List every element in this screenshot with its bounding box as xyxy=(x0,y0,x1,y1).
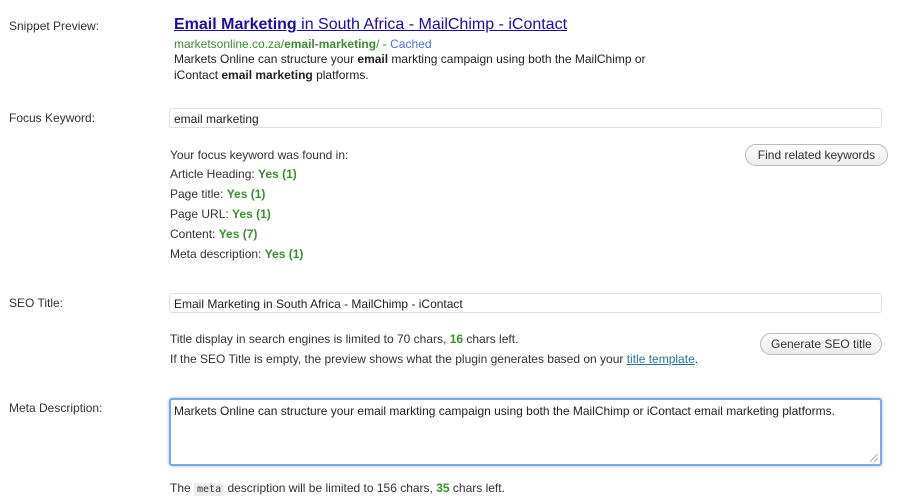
meta-length-info: The meta description will be limited to … xyxy=(170,481,505,496)
result-label: Meta description: xyxy=(170,247,265,261)
generate-seo-title-button[interactable]: Generate SEO title xyxy=(760,333,882,355)
result-meta-description: Meta description: Yes (1) xyxy=(170,247,303,261)
snippet-url: marketsonline.co.za/email-marketing/ - C… xyxy=(174,37,432,51)
seo-title-chars-left: 16 xyxy=(449,332,464,346)
meta-description-textarea[interactable]: Markets Online can structure your email … xyxy=(169,398,882,466)
focus-found-intro: Your focus keyword was found in: xyxy=(170,148,349,162)
snippet-desc-part: markting campaign using both the MailChi… xyxy=(388,52,646,66)
result-value: Yes (1) xyxy=(232,207,271,221)
snippet-url-separator: - xyxy=(379,37,391,51)
snippet-url-domain: marketsonline.co.za/ xyxy=(174,37,285,51)
result-value: Yes (1) xyxy=(264,247,304,261)
snippet-desc-bold: email marketing xyxy=(221,68,313,82)
meta-chars-left: 35 xyxy=(436,481,450,495)
result-label: Content: xyxy=(170,227,219,241)
snippet-description: Markets Online can structure your email … xyxy=(174,51,714,83)
snippet-desc-part: platforms. xyxy=(312,68,369,82)
snippet-desc-part: iContact xyxy=(174,68,222,82)
focus-keyword-input[interactable]: email marketing xyxy=(169,108,882,128)
meta-description-text: Markets Online can structure your email … xyxy=(174,404,835,418)
result-label: Article Heading: xyxy=(170,167,259,181)
result-value: Yes (7) xyxy=(218,227,258,241)
seo-title-input[interactable]: Email Marketing in South Africa - MailCh… xyxy=(169,293,882,313)
meta-code: meta xyxy=(194,483,225,496)
title-template-link[interactable]: title template xyxy=(627,352,695,366)
info-text: chars left. xyxy=(463,332,519,346)
result-content: Content: Yes (7) xyxy=(170,227,257,241)
info-text: chars left. xyxy=(449,481,505,495)
meta-description-label: Meta Description: xyxy=(9,401,103,415)
focus-keyword-label: Focus Keyword: xyxy=(9,111,96,125)
snippet-cached-link[interactable]: Cached xyxy=(390,37,431,51)
result-value: Yes (1) xyxy=(258,167,297,181)
seo-title-label: SEO Title: xyxy=(9,296,64,310)
snippet-url-keyword: email-marketing xyxy=(284,37,377,51)
snippet-preview-label: Snippet Preview: xyxy=(9,19,100,33)
result-page-url: Page URL: Yes (1) xyxy=(170,207,271,221)
snippet-title-rest: in South Africa - MailChimp - iContact xyxy=(296,16,568,33)
resize-handle-icon[interactable] xyxy=(870,454,878,462)
snippet-title-bold: Email Marketing xyxy=(174,16,297,33)
result-page-title: Page title: Yes (1) xyxy=(170,187,265,201)
snippet-desc-part: Markets Online can structure your xyxy=(174,52,358,66)
info-text: Title display in search engines is limit… xyxy=(170,332,450,346)
result-value: Yes (1) xyxy=(226,187,266,201)
result-label: Page URL: xyxy=(170,207,233,221)
info-text: The xyxy=(170,481,195,495)
note-text: . xyxy=(694,352,699,366)
find-related-keywords-button[interactable]: Find related keywords xyxy=(745,144,888,166)
note-text: If the SEO Title is empty, the preview s… xyxy=(170,352,627,366)
result-label: Page title: xyxy=(170,187,227,201)
snippet-title-link[interactable]: Email Marketing in South Africa - MailCh… xyxy=(174,16,567,34)
info-text: description will be limited to 156 chars… xyxy=(224,481,437,495)
snippet-desc-bold: email xyxy=(357,52,389,66)
seo-title-length-info: Title display in search engines is limit… xyxy=(170,332,518,346)
result-article-heading: Article Heading: Yes (1) xyxy=(170,167,297,181)
seo-title-note: If the SEO Title is empty, the preview s… xyxy=(170,352,698,366)
